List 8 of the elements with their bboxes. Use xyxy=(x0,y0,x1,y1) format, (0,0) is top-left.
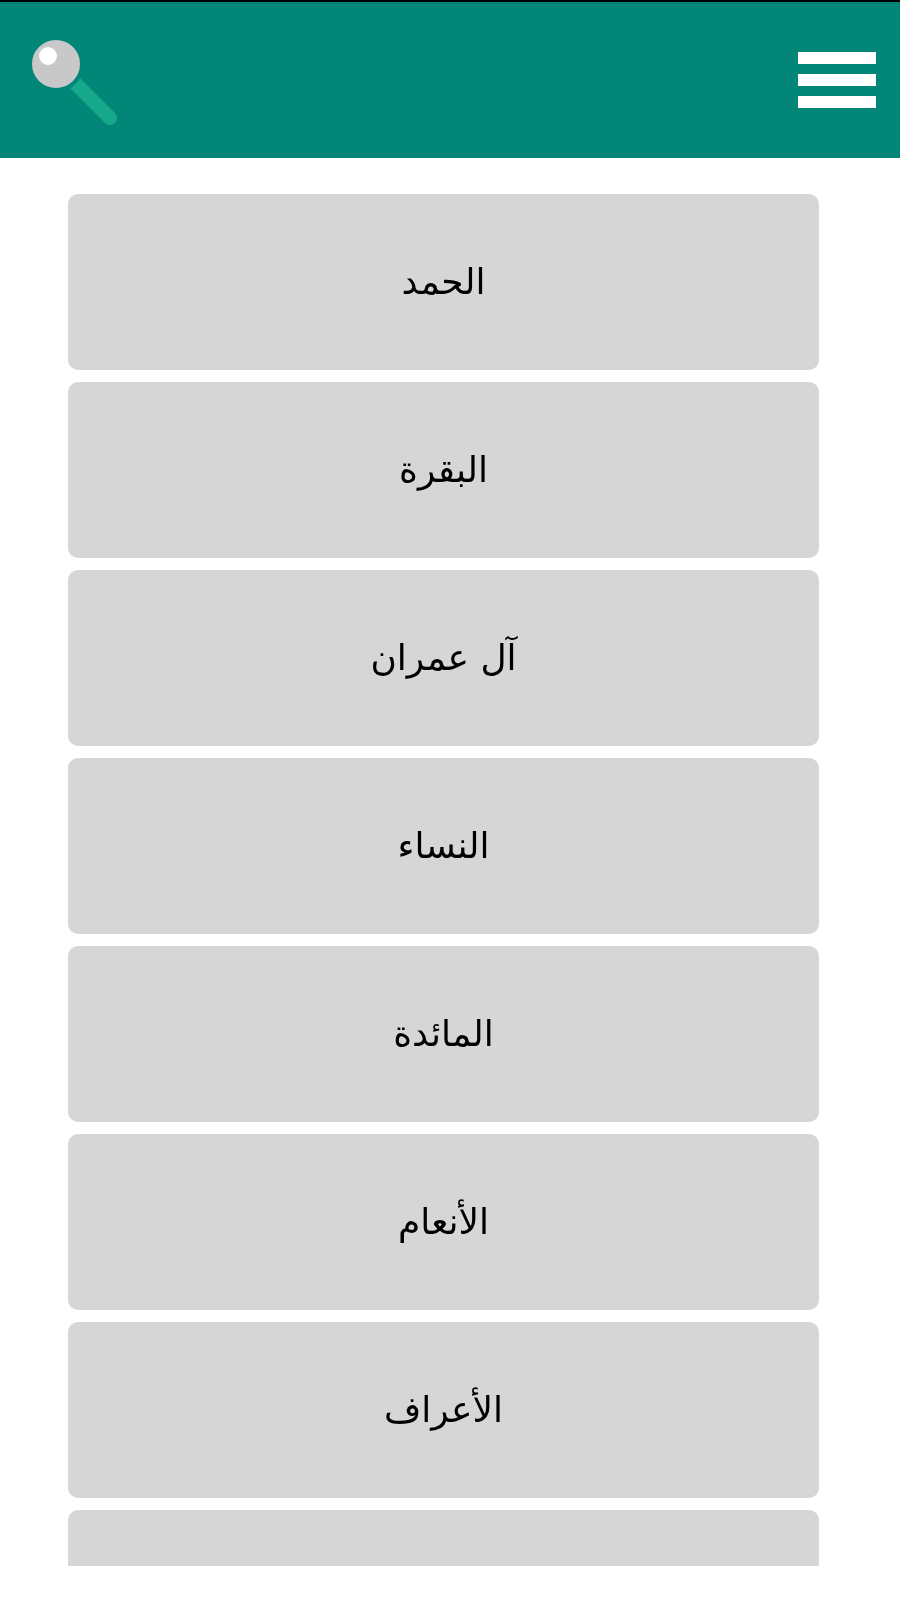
surah-list-item[interactable]: النساء xyxy=(68,758,819,934)
surah-list-item[interactable]: الأعراف xyxy=(68,1322,819,1498)
menu-icon[interactable] xyxy=(798,52,876,108)
surah-list-item[interactable]: البقرة xyxy=(68,382,819,558)
surah-list-item[interactable]: آل عمران xyxy=(68,570,819,746)
surah-list-item[interactable]: الحمد xyxy=(68,194,819,370)
surah-list-item[interactable]: الأنعام xyxy=(68,1134,819,1310)
surah-list-item[interactable]: المائدة xyxy=(68,946,819,1122)
